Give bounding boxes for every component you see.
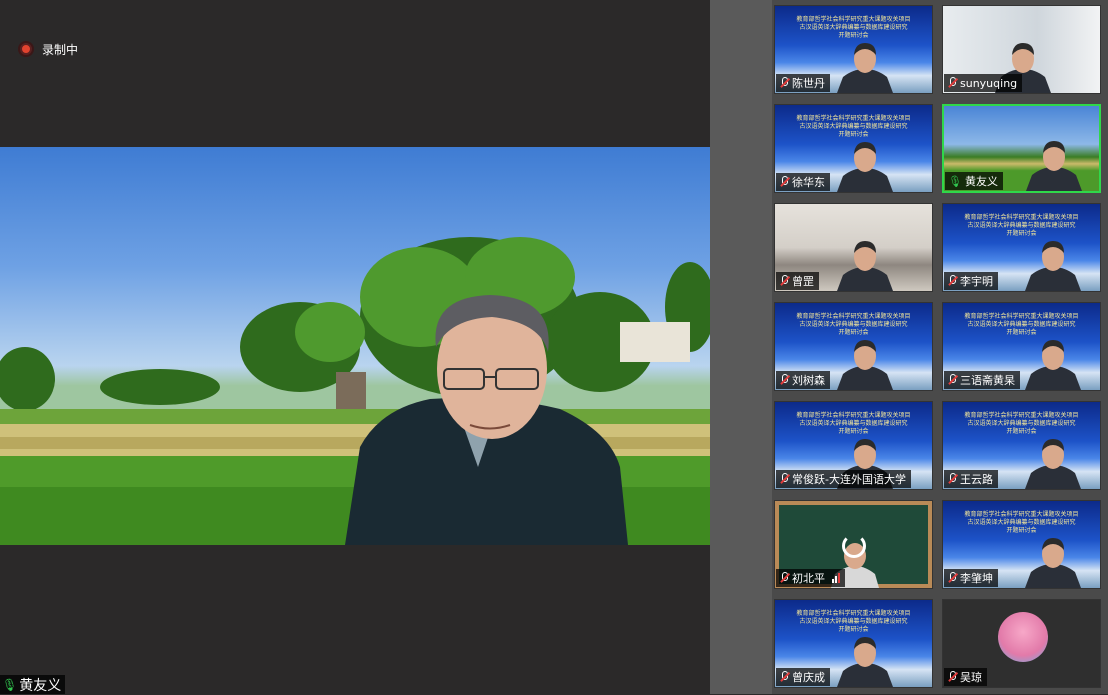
participant-name: 吴琼: [960, 671, 982, 684]
mic-muted-icon: [779, 77, 789, 89]
participant-name: 初北平: [792, 572, 825, 585]
participant-tile[interactable]: 教育部哲学社会科学研究重大课题攻关项目 古汉语英译大辞典编纂与数据库建设研究 开题研…: [942, 302, 1101, 391]
participant-tile[interactable]: 教育部哲学社会科学研究重大课题攻关项目 古汉语英译大辞典编纂与数据库建设研究 开题研…: [942, 500, 1101, 589]
participant-name: sunyuqing: [960, 76, 1018, 90]
participant-tile[interactable]: 吴琼: [942, 599, 1101, 688]
participant-figure: [1025, 340, 1081, 390]
participant-figure: [837, 43, 893, 93]
recording-label: 录制中: [42, 42, 79, 57]
participant-tile[interactable]: 教育部哲学社会科学研究重大课题攻关项目 古汉语英译大辞典编纂与数据库建设研究 开题研…: [774, 302, 933, 391]
participant-name: 刘树森: [792, 374, 825, 387]
speaker-name-tag: 🎙 黄友义: [0, 675, 66, 694]
participant-tile[interactable]: 教育部哲学社会科学研究重大课题攻关项目 古汉语英译大辞典编纂与数据库建设研究 开题研…: [942, 203, 1101, 292]
mic-muted-icon: [947, 275, 957, 287]
participant-figure: [837, 637, 893, 687]
participant-tile[interactable]: 教育部哲学社会科学研究重大课题攻关项目 古汉语英译大辞典编纂与数据库建设研究 开题研…: [774, 599, 933, 688]
participant-figure: [1026, 141, 1082, 191]
participant-name: 曾罡: [792, 275, 814, 288]
participant-tile[interactable]: 曾罡: [774, 203, 933, 292]
participant-name-tag: 李肇坤: [944, 569, 998, 587]
speaker-name: 黄友义: [19, 677, 62, 694]
countryside-background: [0, 237, 710, 545]
participant-name-tag: 陈世丹: [776, 74, 830, 92]
mic-muted-icon: [947, 77, 957, 89]
participant-name-tag: 刘树森: [776, 371, 830, 389]
mic-muted-icon: [779, 671, 789, 683]
participant-name-tag: 王云路: [944, 470, 998, 488]
participant-figure: [1025, 241, 1081, 291]
active-speaker-video[interactable]: [0, 147, 710, 545]
signal-strength-icon: [832, 573, 840, 583]
participant-name: 王云路: [960, 473, 993, 486]
participant-tile[interactable]: 教育部哲学社会科学研究重大课题攻关项目 古汉语英译大辞典编纂与数据库建设研究 开题研…: [942, 401, 1101, 490]
participant-tile[interactable]: 初北平: [774, 500, 933, 589]
participant-name: 黄友义: [964, 175, 998, 188]
mic-muted-icon: [947, 671, 957, 683]
mic-muted-icon: [779, 572, 789, 584]
participant-name-tag: 徐华东: [776, 173, 830, 191]
participant-figure: [1025, 439, 1081, 489]
mic-muted-icon: [947, 473, 957, 485]
participant-tile[interactable]: 教育部哲学社会科学研究重大课题攻关项目 古汉语英译大辞典编纂与数据库建设研究 开题研…: [774, 104, 933, 193]
loading-spinner-icon: [842, 534, 866, 558]
participant-name-tag: 李宇明: [944, 272, 998, 290]
participant-name-tag: 初北平: [776, 569, 845, 587]
participant-figure: [1025, 538, 1081, 588]
recording-indicator[interactable]: 录制中: [20, 40, 78, 58]
participant-figure: [837, 241, 893, 291]
participant-name-tag: 🎙 黄友义: [945, 172, 1003, 190]
recording-dot-icon: [20, 43, 32, 55]
mic-muted-icon: [779, 176, 789, 188]
participant-name-tag: sunyuqing: [944, 74, 1023, 92]
mic-on-icon: 🎙: [2, 677, 18, 692]
participant-name: 徐华东: [792, 176, 825, 189]
participant-name-tag: 常俊跃-大连外国语大学: [776, 470, 911, 488]
mic-muted-icon: [947, 572, 957, 584]
avatar: [998, 612, 1048, 662]
participant-figure: [837, 340, 893, 390]
participant-name-tag: 三语斋黄杲: [944, 371, 1020, 389]
participant-tile[interactable]: 教育部哲学社会科学研究重大课题攻关项目 古汉语英译大辞典编纂与数据库建设研究 开题研…: [774, 401, 933, 490]
participant-name: 常俊跃-大连外国语大学: [792, 473, 906, 486]
participant-name: 三语斋黄杲: [960, 374, 1015, 387]
mic-muted-icon: [779, 374, 789, 386]
participant-tile[interactable]: sunyuqing: [942, 5, 1101, 94]
participant-name-tag: 曾庆成: [776, 668, 830, 686]
participant-figure: [837, 142, 893, 192]
participant-name: 李宇明: [960, 275, 993, 288]
mic-on-icon: 🎙: [948, 174, 962, 188]
main-video-stage: 录制中 🎙 黄友义: [0, 0, 710, 694]
participant-tile[interactable]: 🎙 黄友义: [942, 104, 1101, 193]
participant-name: 李肇坤: [960, 572, 993, 585]
mic-muted-icon: [779, 473, 789, 485]
participant-name: 陈世丹: [792, 77, 825, 90]
participant-tile[interactable]: 教育部哲学社会科学研究重大课题攻关项目 古汉语英译大辞典编纂与数据库建设研究 开题研…: [774, 5, 933, 94]
mic-muted-icon: [779, 275, 789, 287]
participant-name-tag: 吴琼: [944, 668, 987, 686]
mic-muted-icon: [947, 374, 957, 386]
participant-name-tag: 曾罡: [776, 272, 819, 290]
participant-name: 曾庆成: [792, 671, 825, 684]
